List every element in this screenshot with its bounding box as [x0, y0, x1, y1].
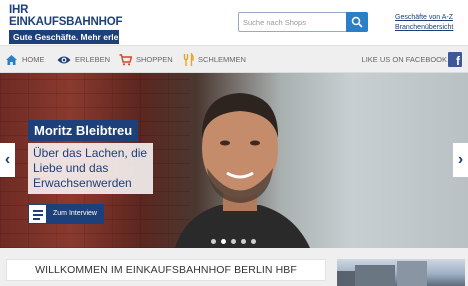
content-area: WILLKOMMEN IM EINKAUFSBAHNHOF BERLIN HBF — [0, 248, 468, 286]
search-icon — [351, 16, 363, 28]
interview-button-label: Zum Interview — [53, 210, 97, 217]
nav-label-home: HOME — [22, 55, 45, 64]
hero-title: Moritz Bleibtreu — [28, 120, 139, 141]
slider-prev-button[interactable]: ‹ — [0, 143, 15, 177]
eye-icon — [57, 56, 71, 63]
facebook-label: LIKE US ON FACEBOOK — [361, 55, 447, 64]
facebook-icon[interactable]: f — [448, 52, 462, 68]
site-header: IHR EINKAUFSBAHNHOF Gute Geschäfte. Mehr… — [0, 0, 468, 45]
branches-link[interactable]: Branchenübersicht — [395, 23, 453, 33]
hero-subtitle: Über das Lachen, die Liebe und das Erwac… — [28, 143, 153, 194]
hero-person-image — [175, 93, 310, 248]
slider-dot[interactable] — [251, 239, 256, 244]
list-icon — [28, 204, 47, 224]
nav-item-shoppen[interactable]: SHOPPEN — [119, 46, 173, 73]
welcome-heading: WILLKOMMEN IM EINKAUFSBAHNHOF BERLIN HBF — [6, 259, 326, 281]
search-button[interactable] — [346, 12, 368, 32]
slider-dots — [211, 239, 261, 244]
chevron-left-icon: ‹ — [4, 151, 11, 168]
slider-dot[interactable] — [221, 239, 226, 244]
nav-label-shoppen: SHOPPEN — [136, 55, 173, 64]
search-box — [238, 12, 368, 32]
cart-icon — [119, 53, 132, 65]
nav-item-home[interactable]: HOME — [5, 46, 45, 73]
interview-button[interactable]: Zum Interview — [28, 204, 104, 224]
hero-slider: Moritz Bleibtreu Über das Lachen, die Li… — [0, 73, 468, 248]
logo-tagline: Gute Geschäfte. Mehr erleben. — [9, 30, 136, 44]
site-logo[interactable]: IHR EINKAUFSBAHNHOF Gute Geschäfte. Mehr… — [9, 4, 136, 44]
chevron-right-icon: › — [457, 151, 464, 168]
nav-label-erleben: ERLEBEN — [75, 55, 111, 64]
home-icon — [6, 54, 17, 65]
facebook-like-link[interactable]: LIKE US ON FACEBOOK — [362, 46, 447, 73]
logo-title: IHR EINKAUFSBAHNHOF — [9, 4, 123, 28]
slider-dot[interactable] — [231, 239, 236, 244]
nav-item-erleben[interactable]: ERLEBEN — [57, 46, 110, 73]
shops-a-z-link[interactable]: Geschäfte von A-Z — [395, 13, 453, 23]
main-nav: HOME ERLEBEN SHOPPEN SCHLEMMEN LIKE US O… — [0, 45, 468, 73]
nav-label-schlemmen: SCHLEMMEN — [198, 55, 246, 64]
header-links: Geschäfte von A-Z Branchenübersicht — [395, 13, 453, 33]
search-input[interactable] — [239, 13, 347, 31]
nav-item-schlemmen[interactable]: SCHLEMMEN — [183, 46, 246, 73]
slider-dot[interactable] — [241, 239, 246, 244]
slider-next-button[interactable]: › — [453, 143, 468, 177]
slider-dot[interactable] — [211, 239, 216, 244]
cutlery-icon — [183, 52, 194, 66]
building-thumbnail[interactable] — [337, 259, 465, 286]
